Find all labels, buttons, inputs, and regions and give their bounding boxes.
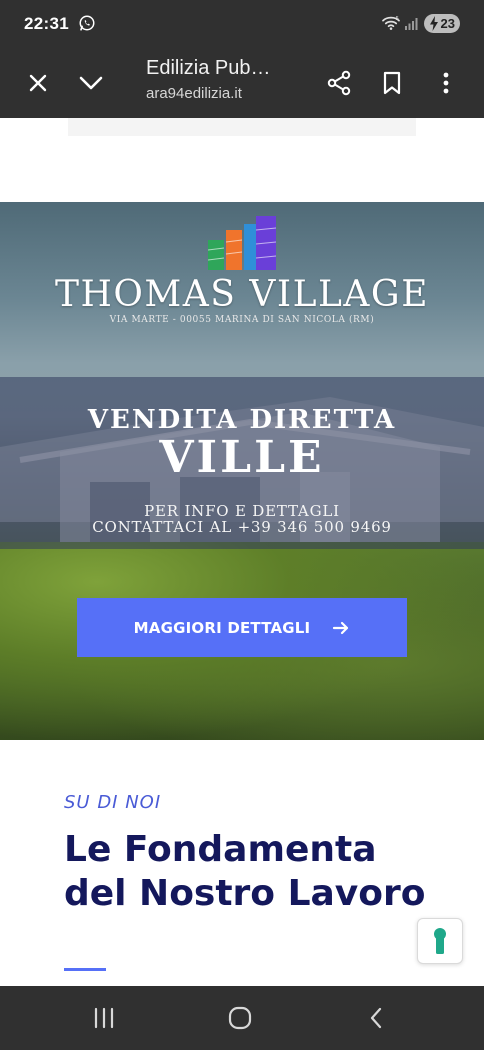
hero-banner: THOMAS VILLAGE VIA MARTE - 00055 MARINA … <box>0 202 484 740</box>
more-details-label: MAGGIORI DETTAGLI <box>133 618 311 637</box>
battery-level: 23 <box>440 16 455 31</box>
page-title[interactable]: Edilizia Pub… <box>146 57 271 80</box>
close-tab-button[interactable] <box>22 67 54 99</box>
hero-headline-line2: VILLE <box>159 432 325 483</box>
hero-contact-line[interactable]: CONTATTACI AL +39 346 500 9469 <box>0 518 484 536</box>
chevron-down-icon <box>79 76 103 90</box>
more-options-button[interactable] <box>430 67 462 99</box>
phone-screen: 22:31 5 23 Edilizia Pub… ara94edilizia.i… <box>0 0 484 1050</box>
header-strip <box>68 118 416 136</box>
web-content[interactable]: THOMAS VILLAGE VIA MARTE - 00055 MARINA … <box>0 118 484 986</box>
close-icon <box>29 74 47 92</box>
brand-address: VIA MARTE - 00055 MARINA DI SAN NICOLA (… <box>109 315 375 325</box>
arrow-right-icon <box>333 621 349 634</box>
status-time: 22:31 <box>24 14 69 33</box>
page-url[interactable]: ara94edilizia.it <box>146 85 242 102</box>
status-bar: 22:31 5 23 <box>0 0 484 48</box>
signal-icon <box>405 18 418 30</box>
about-title: Le Fondamenta del Nostro Lavoro <box>64 829 426 914</box>
title-divider <box>64 968 106 971</box>
privacy-settings-button[interactable] <box>417 918 463 964</box>
brand-name: THOMAS VILLAGE <box>55 274 429 315</box>
recent-apps-button[interactable] <box>89 1004 119 1032</box>
back-icon <box>370 1007 382 1029</box>
minimize-tab-button[interactable] <box>75 67 107 99</box>
share-icon <box>327 70 351 96</box>
about-kicker: SU DI NOI <box>64 792 162 813</box>
hero-headline-line1: VENDITA DIRETTA <box>87 405 397 435</box>
bookmark-button[interactable] <box>376 67 408 99</box>
wifi-icon: 5 <box>382 16 400 30</box>
back-button[interactable] <box>361 1004 391 1032</box>
system-navigation-bar <box>0 986 484 1050</box>
whatsapp-icon <box>79 15 95 31</box>
buildings-logo-icon <box>207 216 277 270</box>
more-details-button[interactable]: MAGGIORI DETTAGLI <box>77 598 407 657</box>
recent-apps-icon <box>94 1007 114 1029</box>
share-button[interactable] <box>323 67 355 99</box>
keyhole-icon <box>434 928 446 954</box>
battery-indicator: 23 <box>424 14 460 33</box>
battery-charging-icon <box>430 16 438 31</box>
browser-toolbar: Edilizia Pub… ara94edilizia.it <box>0 48 484 118</box>
more-vert-icon <box>443 72 449 94</box>
bookmark-icon <box>383 71 401 95</box>
home-button[interactable] <box>225 1004 255 1032</box>
home-icon <box>228 1006 252 1030</box>
svg-text:5: 5 <box>396 16 399 22</box>
